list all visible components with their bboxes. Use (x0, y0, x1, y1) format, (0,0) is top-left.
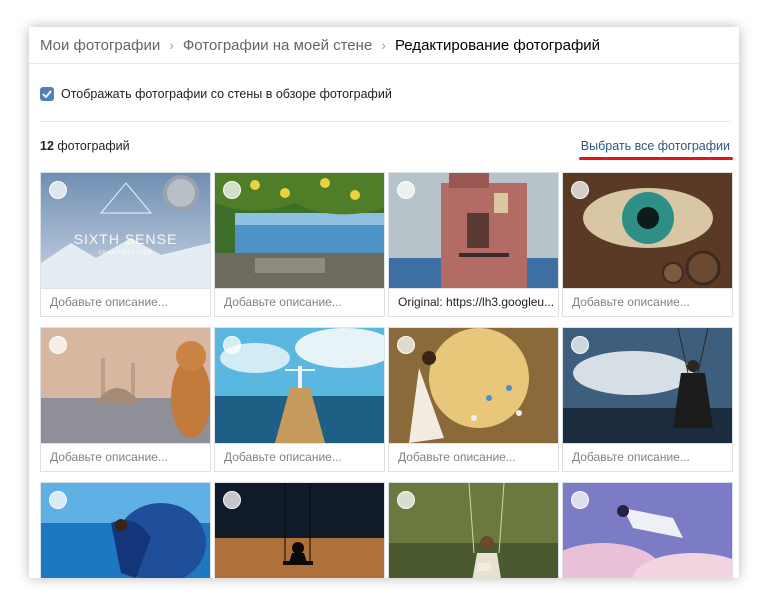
select-photo-toggle[interactable] (397, 336, 415, 354)
photo-thumbnail[interactable] (389, 328, 558, 443)
photo-description-input[interactable]: Добавьте описание... (215, 288, 384, 316)
photo-thumbnail[interactable] (563, 483, 732, 578)
photo-description-input[interactable]: Добавьте описание... (41, 443, 210, 471)
photo-count: 12 фотографий (40, 139, 130, 153)
select-photo-toggle[interactable] (397, 181, 415, 199)
photo-thumbnail[interactable] (389, 483, 558, 578)
photo-tile[interactable]: Добавьте описание... (562, 327, 733, 472)
chevron-right-icon: › (381, 37, 386, 53)
select-photo-toggle[interactable] (571, 181, 589, 199)
photo-thumbnail[interactable] (215, 328, 384, 443)
photo-description-input[interactable]: Original: https://lh3.googleu... (389, 288, 558, 316)
highlight-underline (578, 157, 733, 160)
photo-tile[interactable]: Добавьте описание... (388, 327, 559, 472)
select-all-label: Выбрать все фотографии (580, 139, 730, 153)
photo-tile[interactable]: Original: https://lh3.googleu... (388, 172, 559, 317)
photo-tile[interactable]: Добавьте описание... (40, 327, 211, 472)
photo-description-input[interactable]: Добавьте описание... (389, 443, 558, 471)
photo-thumbnail[interactable]: SIXTH SENSE GRADE SETTLER (41, 173, 210, 288)
page-title: Редактирование фотографий (394, 36, 601, 54)
photo-thumbnail[interactable] (41, 483, 210, 578)
photo-description-input[interactable]: Добавьте описание... (41, 288, 210, 316)
breadcrumb-my-photos[interactable]: Мои фотографии (40, 37, 160, 54)
photo-tile[interactable]: SIXTH SENSE GRADE SETTLER Добавьте описа… (40, 172, 211, 317)
show-wall-photos-option[interactable]: Отображать фотографии со стены в обзоре … (40, 87, 392, 101)
photo-description-input[interactable]: Добавьте описание... (563, 288, 732, 316)
photo-count-word: фотографий (57, 139, 130, 153)
photo-tile[interactable]: Добавьте описание... (214, 172, 385, 317)
breadcrumb-wall-photos[interactable]: Фотографии на моей стене (183, 37, 372, 54)
photo-thumbnail[interactable] (563, 173, 732, 288)
photo-tile[interactable] (388, 482, 559, 578)
select-photo-toggle[interactable] (571, 336, 589, 354)
divider (40, 121, 730, 122)
photo-description-input[interactable]: Добавьте описание... (215, 443, 384, 471)
select-all-link[interactable]: Выбрать все фотографии (578, 139, 733, 160)
photo-tile[interactable] (40, 482, 211, 578)
show-wall-photos-label: Отображать фотографии со стены в обзоре … (61, 87, 392, 101)
photo-overlay-title: SIXTH SENSE (73, 231, 178, 247)
chevron-right-icon: › (169, 37, 174, 53)
select-photo-toggle[interactable] (49, 181, 67, 199)
photo-thumbnail[interactable] (41, 328, 210, 443)
photo-overlay-subtitle: GRADE SETTLER (98, 250, 153, 256)
photo-tile[interactable]: Добавьте описание... (214, 327, 385, 472)
checkbox-checked-icon[interactable] (40, 87, 54, 101)
select-photo-toggle[interactable] (223, 491, 241, 509)
album-toolbar: 12 фотографий Выбрать все фотографии (40, 139, 733, 160)
photo-tile[interactable] (562, 482, 733, 578)
photo-thumbnail[interactable] (215, 173, 384, 288)
select-photo-toggle[interactable] (397, 491, 415, 509)
photo-count-number: 12 (40, 139, 54, 153)
select-photo-toggle[interactable] (223, 181, 241, 199)
select-photo-toggle[interactable] (571, 491, 589, 509)
breadcrumb: Мои фотографии › Фотографии на моей стен… (29, 27, 739, 64)
photo-editor-panel: Мои фотографии › Фотографии на моей стен… (29, 27, 739, 578)
select-photo-toggle[interactable] (223, 336, 241, 354)
photo-tile[interactable]: Добавьте описание... (562, 172, 733, 317)
select-photo-toggle[interactable] (49, 491, 67, 509)
select-photo-toggle[interactable] (49, 336, 67, 354)
photo-tile[interactable] (214, 482, 385, 578)
photo-thumbnail[interactable] (563, 328, 732, 443)
photo-thumbnail[interactable] (215, 483, 384, 578)
photo-description-input[interactable]: Добавьте описание... (563, 443, 732, 471)
photo-thumbnail[interactable] (389, 173, 558, 288)
